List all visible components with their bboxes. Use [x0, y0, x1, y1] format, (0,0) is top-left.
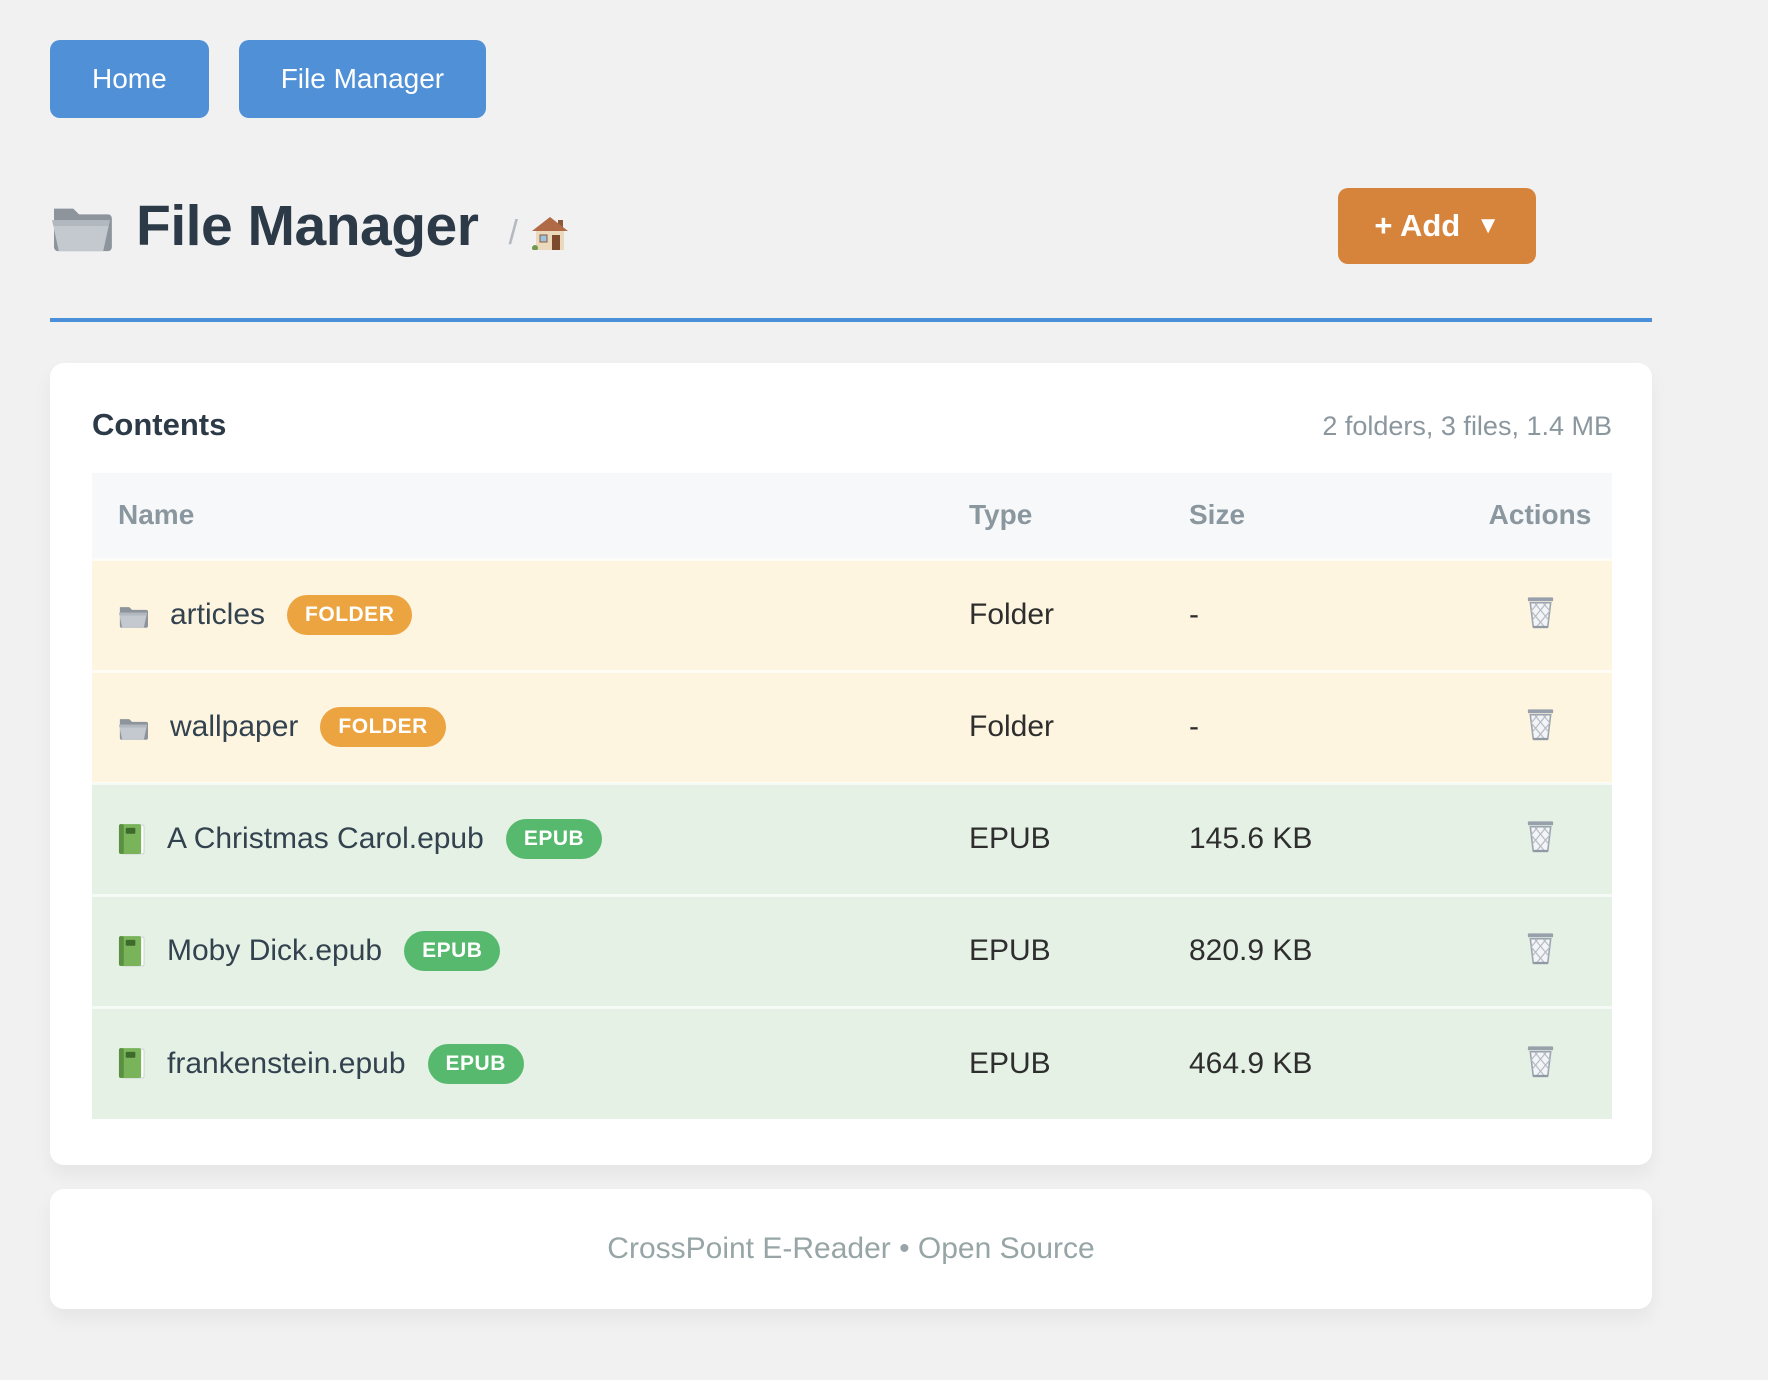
type-badge: EPUB [404, 931, 500, 971]
column-header-name: Name [92, 473, 969, 559]
type-badge: FOLDER [320, 707, 445, 747]
file-table: Name Type Size Actions [92, 473, 1612, 1119]
trash-icon [1524, 929, 1557, 965]
file-name: frankenstein.epub [167, 1047, 406, 1081]
column-header-size: Size [1189, 473, 1468, 559]
delete-button[interactable] [1524, 1042, 1557, 1078]
footer-text: CrossPoint E-Reader • Open Source [607, 1232, 1094, 1266]
top-nav: Home File Manager [50, 40, 1652, 118]
file-name: Moby Dick.epub [167, 934, 382, 968]
table-row[interactable]: articles FOLDER Folder - [92, 559, 1612, 671]
green-book-icon [118, 936, 145, 967]
table-row[interactable]: Moby Dick.epub EPUB EPUB 820.9 KB [92, 895, 1612, 1007]
contents-summary: 2 folders, 3 files, 1.4 MB [1322, 411, 1612, 442]
file-name: A Christmas Carol.epub [167, 822, 484, 856]
caret-down-icon: ▼ [1476, 212, 1500, 240]
file-type: EPUB [969, 783, 1189, 895]
add-button-label: + Add [1374, 208, 1460, 244]
file-size: 820.9 KB [1189, 895, 1468, 1007]
house-icon[interactable] [532, 217, 568, 250]
type-badge: FOLDER [287, 595, 412, 635]
type-badge: EPUB [506, 819, 602, 859]
trash-icon [1524, 817, 1557, 853]
table-row[interactable]: wallpaper FOLDER Folder - [92, 671, 1612, 783]
nav-home-button[interactable]: Home [50, 40, 209, 118]
column-header-type: Type [969, 473, 1189, 559]
trash-icon [1524, 1042, 1557, 1078]
file-size: - [1189, 559, 1468, 671]
contents-card: Contents 2 folders, 3 files, 1.4 MB Name… [50, 363, 1652, 1165]
page-header: File Manager / + Add ▼ [50, 188, 1652, 264]
column-header-actions: Actions [1468, 473, 1612, 559]
footer: CrossPoint E-Reader • Open Source [50, 1189, 1652, 1309]
file-type: Folder [969, 671, 1189, 783]
trash-icon [1524, 705, 1557, 741]
table-row[interactable]: A Christmas Carol.epub EPUB EPUB 145.6 K… [92, 783, 1612, 895]
delete-button[interactable] [1524, 705, 1557, 741]
file-type: EPUB [969, 895, 1189, 1007]
file-type: EPUB [969, 1007, 1189, 1119]
green-book-icon [118, 1048, 145, 1079]
breadcrumb-separator: / [508, 214, 517, 253]
delete-button[interactable] [1524, 929, 1557, 965]
delete-button[interactable] [1524, 593, 1557, 629]
folder-icon [50, 199, 112, 253]
add-button[interactable]: + Add ▼ [1338, 188, 1536, 264]
nav-file-manager-button[interactable]: File Manager [239, 40, 486, 118]
table-header-row: Name Type Size Actions [92, 473, 1612, 559]
folder-icon [118, 602, 148, 629]
trash-icon [1524, 593, 1557, 629]
header-divider [50, 318, 1652, 322]
folder-icon [118, 714, 148, 741]
page-title: File Manager [136, 193, 478, 259]
type-badge: EPUB [428, 1044, 524, 1084]
file-name: articles [170, 598, 265, 632]
file-type: Folder [969, 559, 1189, 671]
file-size: 145.6 KB [1189, 783, 1468, 895]
contents-heading: Contents [92, 407, 226, 443]
file-name: wallpaper [170, 710, 298, 744]
file-size: - [1189, 671, 1468, 783]
file-size: 464.9 KB [1189, 1007, 1468, 1119]
green-book-icon [118, 824, 145, 855]
file-table-body: articles FOLDER Folder - [92, 559, 1612, 1119]
delete-button[interactable] [1524, 817, 1557, 853]
page: Home File Manager File Manager / [0, 0, 1768, 1309]
table-row[interactable]: frankenstein.epub EPUB EPUB 464.9 KB [92, 1007, 1612, 1119]
breadcrumb: / [508, 200, 567, 253]
